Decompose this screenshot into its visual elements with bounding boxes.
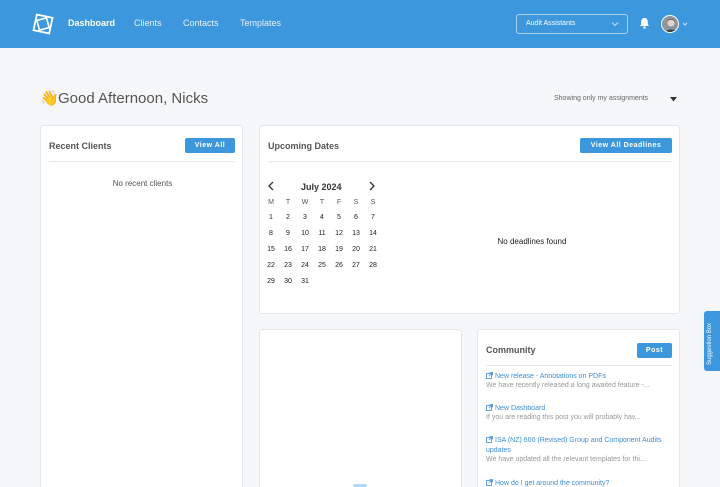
- suggestion-box-tab[interactable]: Suggestion Box: [704, 311, 720, 371]
- external-link-icon: [486, 436, 493, 443]
- no-deadlines-text: No deadlines found: [497, 237, 567, 246]
- calendar-day[interactable]: 18: [315, 246, 329, 253]
- upcoming-dates-title: Upcoming Dates: [268, 141, 340, 151]
- community-post-title: New Dashboard: [495, 405, 546, 412]
- account-chevron-down-icon[interactable]: [682, 21, 688, 27]
- notification-bell-icon[interactable]: [639, 17, 650, 29]
- team-select-value: Audit Assistants: [526, 20, 576, 27]
- card-divider: [486, 365, 672, 366]
- no-recent-clients-text: No recent clients: [112, 179, 173, 188]
- view-all-clients-button[interactable]: View All: [185, 138, 235, 153]
- calendar-day[interactable]: 7: [366, 214, 380, 221]
- user-avatar-icon: [662, 16, 678, 32]
- calendar-day[interactable]: 6: [349, 214, 363, 221]
- calendar-day[interactable]: 26: [332, 262, 346, 269]
- community-post-title: New release - Annotations on PDFs: [495, 373, 606, 380]
- calendar-day[interactable]: 12: [332, 230, 346, 237]
- team-select-dropdown[interactable]: Audit Assistants: [516, 14, 628, 34]
- caret-down-icon[interactable]: [670, 97, 677, 102]
- calendar-day[interactable]: 24: [298, 262, 312, 269]
- community-post-link[interactable]: ISA (NZ) 600 (Revised) Group and Compone…: [486, 436, 672, 456]
- calendar-day[interactable]: 1: [264, 214, 278, 221]
- card-divider: [49, 161, 235, 162]
- weekday-header: W: [301, 199, 309, 206]
- calendar-next-month-icon[interactable]: [368, 181, 376, 191]
- community-post-excerpt: We have recently released a long awaited…: [486, 382, 650, 389]
- community-post-link[interactable]: New release - Annotations on PDFs: [486, 372, 672, 382]
- calendar-day[interactable]: 15: [264, 246, 278, 253]
- calendar-day[interactable]: 27: [349, 262, 363, 269]
- community-post-excerpt: If you are reading this post you will pr…: [486, 414, 641, 421]
- calendar-day[interactable]: 21: [366, 246, 380, 253]
- assignment-filter[interactable]: Showing only my assignments: [554, 95, 648, 102]
- greeting-text: Good Afternoon, Nicks: [58, 90, 209, 107]
- waving-hand-emoji: 👋: [40, 90, 59, 107]
- recent-clients-card: Recent Clients View All No recent client…: [40, 125, 243, 487]
- calendar-day[interactable]: 8: [264, 230, 278, 237]
- calendar-day[interactable]: 30: [281, 278, 295, 285]
- calendar-day[interactable]: 23: [281, 262, 295, 269]
- calendar-day[interactable]: 22: [264, 262, 278, 269]
- calendar-day[interactable]: 11: [315, 230, 329, 237]
- nav-clients[interactable]: Clients: [134, 18, 162, 28]
- view-all-deadlines-button[interactable]: View All Deadlines: [580, 138, 672, 153]
- weekday-header: T: [319, 199, 325, 206]
- nav-dashboard[interactable]: Dashboard: [68, 18, 115, 28]
- weekday-header: F: [336, 199, 342, 206]
- weekday-header: T: [285, 199, 291, 206]
- calendar-day[interactable]: 2: [281, 214, 295, 221]
- community-post-link[interactable]: How do I get around the community?: [486, 479, 672, 487]
- card-divider: [268, 161, 672, 162]
- calendar-day[interactable]: 20: [349, 246, 363, 253]
- empty-widget-card: [259, 329, 462, 487]
- app-logo-icon[interactable]: [32, 13, 54, 35]
- calendar-day[interactable]: 13: [349, 230, 363, 237]
- calendar-day[interactable]: 25: [315, 262, 329, 269]
- calendar-day[interactable]: 16: [281, 246, 295, 253]
- calendar-day[interactable]: 4: [315, 214, 329, 221]
- external-link-icon: [486, 479, 493, 486]
- calendar-day[interactable]: 3: [298, 214, 312, 221]
- calendar-day[interactable]: 14: [366, 230, 380, 237]
- community-post-title: How do I get around the community?: [495, 480, 610, 487]
- weekday-header: S: [353, 199, 359, 206]
- weekday-header: S: [370, 199, 376, 206]
- calendar-prev-month-icon[interactable]: [267, 181, 275, 191]
- community-title: Community: [486, 345, 536, 355]
- weekday-header: M: [268, 199, 274, 206]
- external-link-icon: [486, 372, 493, 379]
- calendar-day[interactable]: 29: [264, 278, 278, 285]
- recent-clients-title: Recent Clients: [49, 141, 112, 151]
- top-navigation-bar: Dashboard Clients Contacts Templates Aud…: [0, 0, 720, 48]
- user-avatar[interactable]: [661, 15, 679, 33]
- post-button[interactable]: Post: [637, 343, 672, 358]
- community-post-title: ISA (NZ) 600 (Revised) Group and Compone…: [486, 437, 662, 454]
- calendar-day[interactable]: 5: [332, 214, 346, 221]
- calendar-day[interactable]: 28: [366, 262, 380, 269]
- chevron-down-icon: [611, 22, 619, 27]
- calendar-day[interactable]: 9: [281, 230, 295, 237]
- community-post-excerpt: We have updated all the relevant templat…: [486, 456, 646, 463]
- nav-contacts[interactable]: Contacts: [183, 18, 219, 28]
- external-link-icon: [486, 404, 493, 411]
- community-post-link[interactable]: New Dashboard: [486, 404, 672, 414]
- calendar-day[interactable]: 10: [298, 230, 312, 237]
- calendar-month-label: July 2024: [301, 182, 342, 192]
- nav-templates[interactable]: Templates: [240, 18, 281, 28]
- calendar-day[interactable]: 19: [332, 246, 346, 253]
- calendar-day[interactable]: 17: [298, 246, 312, 253]
- calendar-day[interactable]: 31: [298, 278, 312, 285]
- suggestion-box-label: Suggestion Box: [707, 322, 713, 365]
